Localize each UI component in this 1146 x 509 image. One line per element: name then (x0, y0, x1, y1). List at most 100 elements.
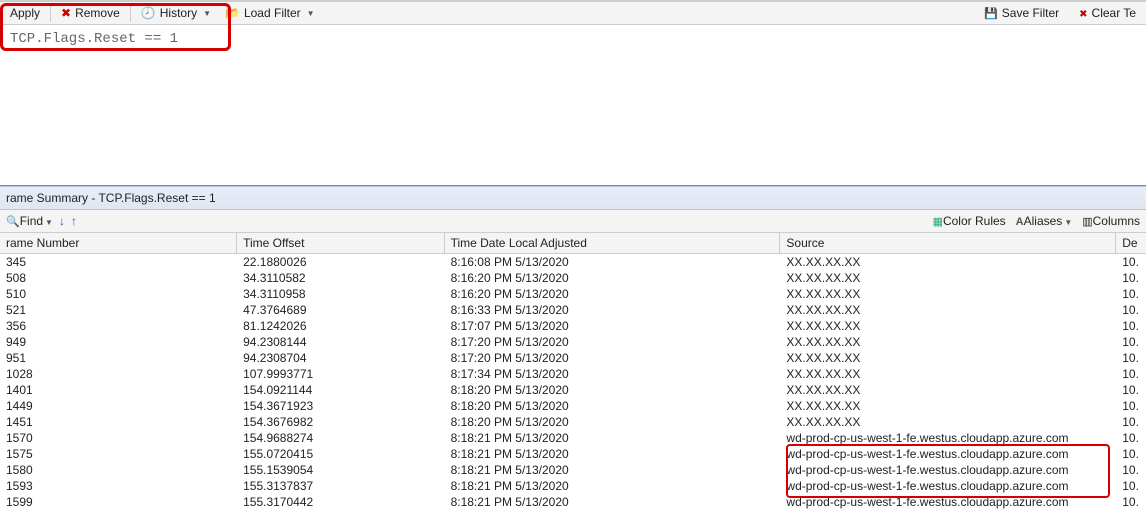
find-label: Find (20, 214, 43, 228)
aliases-button[interactable]: Aliases▼ (1016, 214, 1073, 228)
load-filter-label: Load Filter (244, 6, 301, 20)
cell-time-date: 8:18:21 PM 5/13/2020 (445, 431, 781, 445)
table-row[interactable]: 1575155.07204158:18:21 PM 5/13/2020wd-pr… (0, 446, 1146, 462)
filter-expression-input[interactable] (4, 27, 416, 51)
cell-source: wd-prod-cp-us-west-1-fe.westus.cloudapp.… (780, 447, 1116, 461)
find-button[interactable]: Find▼ (6, 214, 53, 228)
cell-time-offset: 154.0921144 (237, 383, 444, 397)
find-next-down-button[interactable]: ↓ (59, 214, 65, 228)
cell-source: XX.XX.XX.XX (780, 351, 1116, 365)
table-row[interactable]: 1570154.96882748:18:21 PM 5/13/2020wd-pr… (0, 430, 1146, 446)
separator (50, 4, 51, 22)
cell-source: XX.XX.XX.XX (780, 383, 1116, 397)
cell-time-offset: 155.3170442 (237, 495, 444, 509)
cell-destination: 10. (1116, 303, 1146, 317)
cell-time-offset: 154.3676982 (237, 415, 444, 429)
cell-destination: 10. (1116, 367, 1146, 381)
cell-destination: 10. (1116, 447, 1146, 461)
cell-time-offset: 154.3671923 (237, 399, 444, 413)
clear-icon (1079, 6, 1087, 20)
cell-frame-number: 1599 (0, 495, 237, 509)
separator (130, 4, 131, 22)
apply-button[interactable]: Apply (4, 3, 46, 23)
filter-toolbar: Apply ✖ Remove 🕗History▼ 📂 Load Filter ▼ Sa… (0, 1, 1146, 25)
cell-time-date: 8:17:34 PM 5/13/2020 (445, 367, 781, 381)
cell-time-date: 8:16:20 PM 5/13/2020 (445, 271, 781, 285)
cell-source: XX.XX.XX.XX (780, 335, 1116, 349)
cell-time-offset: 155.1539054 (237, 463, 444, 477)
cell-time-date: 8:18:21 PM 5/13/2020 (445, 463, 781, 477)
col-header-time-date[interactable]: Time Date Local Adjusted (445, 233, 781, 253)
cell-destination: 10. (1116, 463, 1146, 477)
table-row[interactable]: 1449154.36719238:18:20 PM 5/13/2020XX.XX… (0, 398, 1146, 414)
load-filter-button[interactable]: 📂Load Filter▼ (219, 3, 321, 23)
cell-source: XX.XX.XX.XX (780, 255, 1116, 269)
apply-label: Apply (10, 6, 40, 20)
table-row[interactable]: 34522.18800268:16:08 PM 5/13/2020XX.XX.X… (0, 254, 1146, 270)
table-row[interactable]: 51034.31109588:16:20 PM 5/13/2020XX.XX.X… (0, 286, 1146, 302)
cell-destination: 10. (1116, 335, 1146, 349)
save-filter-button[interactable]: Save Filter (978, 3, 1065, 23)
cell-time-date: 8:18:21 PM 5/13/2020 (445, 495, 781, 509)
cell-time-date: 8:16:20 PM 5/13/2020 (445, 287, 781, 301)
table-row[interactable]: 1599155.31704428:18:21 PM 5/13/2020wd-pr… (0, 494, 1146, 509)
cell-source: XX.XX.XX.XX (780, 399, 1116, 413)
cell-frame-number: 508 (0, 271, 237, 285)
cell-frame-number: 510 (0, 287, 237, 301)
color-rules-button[interactable]: Color Rules (933, 214, 1006, 228)
columns-button[interactable]: Columns (1082, 214, 1140, 228)
cell-source: XX.XX.XX.XX (780, 271, 1116, 285)
table-body: 34522.18800268:16:08 PM 5/13/2020XX.XX.X… (0, 254, 1146, 509)
cell-time-date: 8:16:08 PM 5/13/2020 (445, 255, 781, 269)
cell-source: wd-prod-cp-us-west-1-fe.westus.cloudapp.… (780, 431, 1116, 445)
table-row[interactable]: 35681.12420268:17:07 PM 5/13/2020XX.XX.X… (0, 318, 1146, 334)
table-row[interactable]: 1401154.09211448:18:20 PM 5/13/2020XX.XX… (0, 382, 1146, 398)
cell-destination: 10. (1116, 431, 1146, 445)
table-row[interactable]: 1451154.36769828:18:20 PM 5/13/2020XX.XX… (0, 414, 1146, 430)
cell-frame-number: 1593 (0, 479, 237, 493)
table-row[interactable]: 95194.23087048:17:20 PM 5/13/2020XX.XX.X… (0, 350, 1146, 366)
table-row[interactable]: 1593155.31378378:18:21 PM 5/13/2020wd-pr… (0, 478, 1146, 494)
cell-destination: 10. (1116, 383, 1146, 397)
cell-destination: 10. (1116, 399, 1146, 413)
table-row[interactable]: 50834.31105828:16:20 PM 5/13/2020XX.XX.X… (0, 270, 1146, 286)
chevron-down-icon: ▼ (203, 9, 211, 18)
find-icon (6, 214, 20, 228)
table-row[interactable]: 1028107.99937718:17:34 PM 5/13/2020XX.XX… (0, 366, 1146, 382)
cell-frame-number: 949 (0, 335, 237, 349)
cell-source: wd-prod-cp-us-west-1-fe.westus.cloudapp.… (780, 495, 1116, 509)
table-row[interactable]: 94994.23081448:17:20 PM 5/13/2020XX.XX.X… (0, 334, 1146, 350)
col-header-time-offset[interactable]: Time Offset (237, 233, 444, 253)
frame-summary-table: rame Number Time Offset Time Date Local … (0, 233, 1146, 509)
col-header-source[interactable]: Source (780, 233, 1116, 253)
cell-time-date: 8:18:20 PM 5/13/2020 (445, 415, 781, 429)
cell-frame-number: 1028 (0, 367, 237, 381)
columns-icon (1082, 214, 1092, 228)
cell-source: XX.XX.XX.XX (780, 415, 1116, 429)
remove-label: Remove (75, 6, 120, 20)
cell-time-offset: 94.2308144 (237, 335, 444, 349)
clear-text-button[interactable]: Clear Te (1073, 3, 1142, 23)
cell-time-offset: 22.1880026 (237, 255, 444, 269)
cell-time-date: 8:18:21 PM 5/13/2020 (445, 447, 781, 461)
col-header-frame-number[interactable]: rame Number (0, 233, 237, 253)
load-filter-icon: 📂 (225, 6, 240, 20)
history-button[interactable]: 🕗History▼ (135, 3, 217, 23)
clear-text-label: Clear Te (1092, 6, 1136, 20)
remove-icon: ✖ (61, 6, 71, 20)
find-next-up-button[interactable]: ↑ (71, 214, 77, 228)
cell-frame-number: 1570 (0, 431, 237, 445)
cell-time-offset: 155.3137837 (237, 479, 444, 493)
table-row[interactable]: 52147.37646898:16:33 PM 5/13/2020XX.XX.X… (0, 302, 1146, 318)
aliases-icon (1016, 214, 1024, 228)
columns-label: Columns (1093, 214, 1140, 228)
aliases-label: Aliases (1024, 214, 1063, 228)
remove-button[interactable]: ✖ Remove (55, 3, 126, 23)
cell-frame-number: 1451 (0, 415, 237, 429)
table-row[interactable]: 1580155.15390548:18:21 PM 5/13/2020wd-pr… (0, 462, 1146, 478)
col-header-destination[interactable]: De (1116, 233, 1146, 253)
cell-time-date: 8:18:20 PM 5/13/2020 (445, 399, 781, 413)
frame-summary-title: rame Summary - TCP.Flags.Reset == 1 (0, 186, 1146, 210)
cell-frame-number: 345 (0, 255, 237, 269)
cell-frame-number: 356 (0, 319, 237, 333)
